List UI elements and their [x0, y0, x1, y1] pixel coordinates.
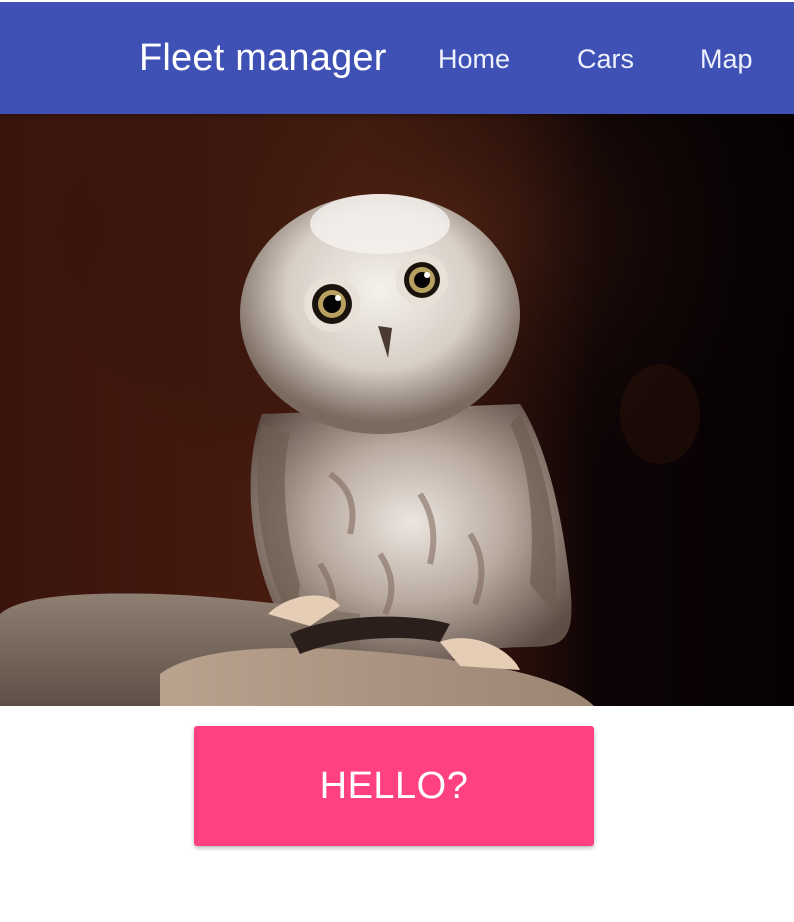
owl-photo	[0, 114, 794, 706]
hello-button[interactable]: HELLO?	[194, 726, 594, 846]
app-title: Fleet manager	[139, 37, 387, 79]
owl-photo-graphic	[0, 114, 794, 706]
nav-link-map[interactable]: Map	[700, 42, 753, 76]
top-toolbar: Fleet manager Home Cars Map	[0, 0, 794, 114]
nav-link-home[interactable]: Home	[438, 42, 510, 76]
nav-link-cars[interactable]: Cars	[577, 42, 634, 76]
